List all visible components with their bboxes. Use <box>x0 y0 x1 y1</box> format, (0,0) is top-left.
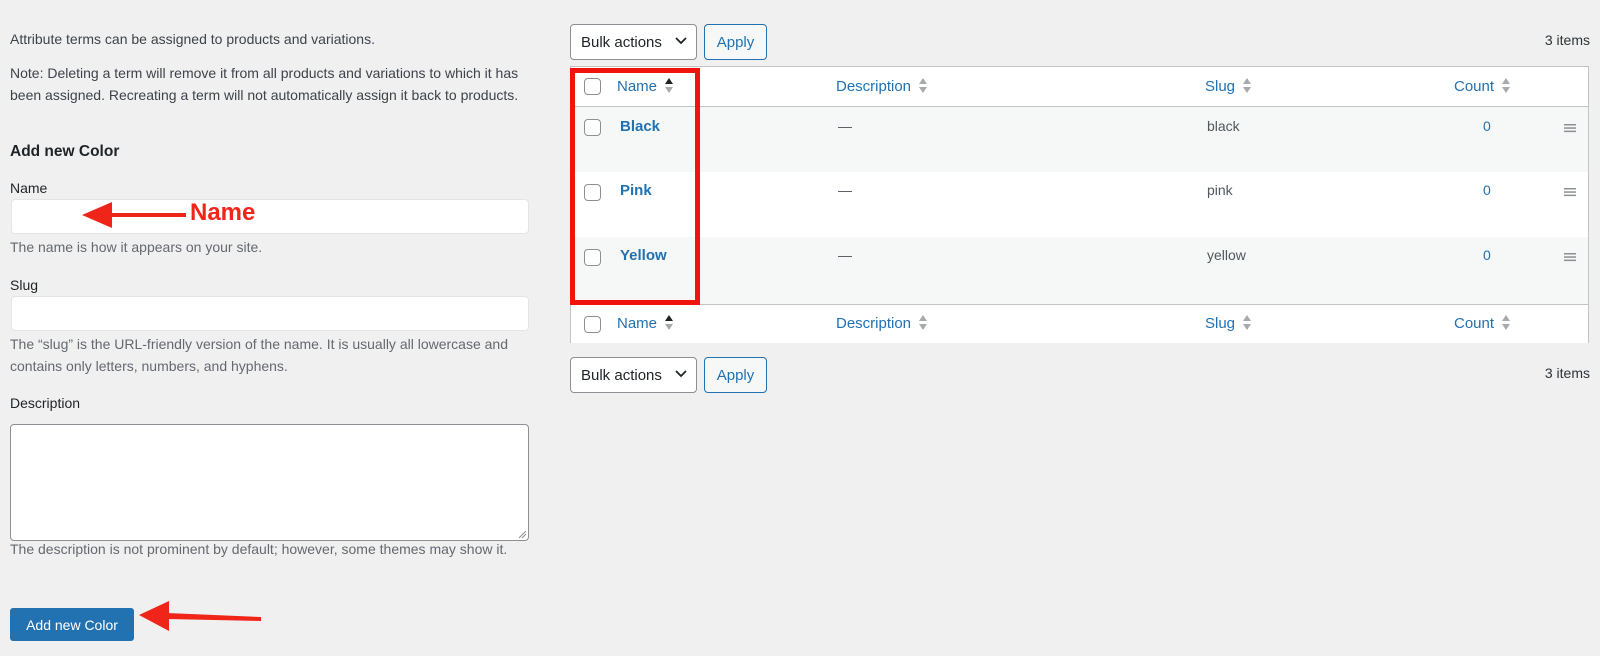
apply-button[interactable]: Apply <box>704 357 767 393</box>
table-row: Yellow — yellow 0 <box>571 237 1588 304</box>
apply-button[interactable]: Apply <box>704 24 767 60</box>
tablenav-top: Bulk actions Apply 3 items <box>570 24 1590 60</box>
column-name-header[interactable]: Name <box>617 314 674 332</box>
term-count-link[interactable]: 0 <box>1483 118 1491 134</box>
term-name-link[interactable]: Pink <box>620 182 652 199</box>
sort-icon <box>1502 78 1511 93</box>
row-checkbox[interactable] <box>584 184 601 201</box>
term-slug: black <box>1207 118 1240 134</box>
note-text: Note: Deleting a term will remove it fro… <box>10 65 519 103</box>
term-name-link[interactable]: Black <box>620 118 660 135</box>
row-checkbox[interactable] <box>584 119 601 136</box>
bulk-actions-label: Bulk actions <box>581 366 662 384</box>
select-all-checkbox[interactable] <box>584 78 601 95</box>
description-label: Description <box>10 395 81 411</box>
chevron-down-icon <box>675 370 687 378</box>
table-row: Pink — pink 0 <box>571 172 1588 237</box>
tablenav-bottom: Bulk actions Apply 3 items <box>570 357 1590 393</box>
sort-icon <box>919 315 928 330</box>
table-header: Name Description Slug Count <box>571 67 1588 107</box>
term-name-link[interactable]: Yellow <box>620 247 667 264</box>
bulk-actions-select[interactable]: Bulk actions <box>570 357 697 393</box>
name-help: The name is how it appears on your site. <box>10 239 263 255</box>
term-description: — <box>838 182 852 198</box>
slug-input[interactable] <box>11 296 529 331</box>
column-description-label: Description <box>836 77 912 95</box>
term-count-link[interactable]: 0 <box>1483 182 1491 198</box>
description-help: The description is not prominent by defa… <box>10 541 508 557</box>
add-new-color-button[interactable]: Add new Color <box>10 608 134 641</box>
annotation-name-label: Name <box>190 199 256 226</box>
terms-table: Name Description Slug Count Black — blac… <box>570 66 1589 343</box>
term-description: — <box>838 118 852 134</box>
slug-help: The “slug” is the URL-friendly version o… <box>10 336 508 374</box>
bulk-actions-select[interactable]: Bulk actions <box>570 24 697 60</box>
term-description: — <box>838 247 852 263</box>
column-count-header[interactable]: Count <box>1454 314 1511 332</box>
term-count-link[interactable]: 0 <box>1483 247 1491 263</box>
bulk-actions-label: Bulk actions <box>581 33 662 51</box>
column-name-label: Name <box>617 77 658 95</box>
column-count-label: Count <box>1454 314 1495 332</box>
column-slug-header[interactable]: Slug <box>1205 77 1252 95</box>
table-row: Black — black 0 <box>571 107 1588 172</box>
drag-handle-icon[interactable] <box>1564 123 1576 133</box>
sort-icon <box>1243 315 1252 330</box>
drag-handle-icon[interactable] <box>1564 187 1576 197</box>
annotation-arrow-icon <box>139 601 261 631</box>
intro-text: Attribute terms can be assigned to produ… <box>10 31 375 47</box>
sort-asc-icon <box>665 315 674 330</box>
column-description-label: Description <box>836 314 912 332</box>
description-textarea[interactable] <box>10 424 529 541</box>
form-title: Add new Color <box>10 143 120 160</box>
annotation-arrow-icon <box>82 202 186 228</box>
sort-icon <box>1243 78 1252 93</box>
drag-handle-icon[interactable] <box>1564 252 1576 262</box>
slug-label: Slug <box>10 277 39 293</box>
column-slug-label: Slug <box>1205 77 1236 95</box>
column-description-header[interactable]: Description <box>836 77 928 95</box>
name-label: Name <box>10 180 48 196</box>
page: Attribute terms can be assigned to produ… <box>0 0 1600 656</box>
select-all-checkbox[interactable] <box>584 316 601 333</box>
term-slug: pink <box>1207 182 1233 198</box>
row-checkbox[interactable] <box>584 249 601 266</box>
column-count-header[interactable]: Count <box>1454 77 1511 95</box>
table-footer: Name Description Slug Count <box>571 304 1588 343</box>
items-count: 3 items <box>1544 32 1590 48</box>
column-slug-header[interactable]: Slug <box>1205 314 1252 332</box>
term-slug: yellow <box>1207 247 1246 263</box>
column-count-label: Count <box>1454 77 1495 95</box>
column-slug-label: Slug <box>1205 314 1236 332</box>
items-count: 3 items <box>1544 365 1590 381</box>
sort-asc-icon <box>665 78 674 93</box>
sort-icon <box>919 78 928 93</box>
column-description-header[interactable]: Description <box>836 314 928 332</box>
chevron-down-icon <box>675 37 687 45</box>
column-name-label: Name <box>617 314 658 332</box>
sort-icon <box>1502 315 1511 330</box>
column-name-header[interactable]: Name <box>617 77 674 95</box>
